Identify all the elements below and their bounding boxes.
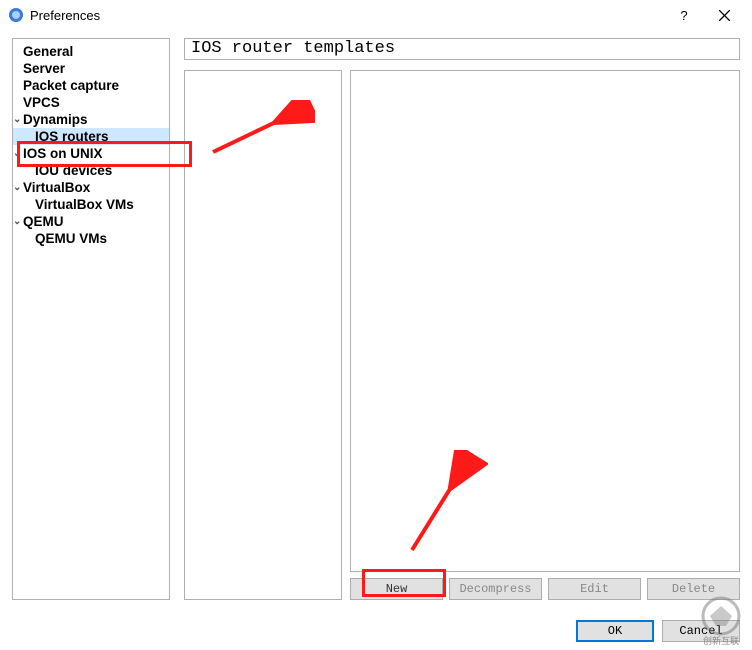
sidebar-item-virtualbox-vms[interactable]: VirtualBox VMs xyxy=(13,196,169,213)
sidebar-item-label: VirtualBox xyxy=(23,180,90,195)
sidebar-item-label: Packet capture xyxy=(23,78,119,93)
sidebar-item-server[interactable]: Server xyxy=(13,60,169,77)
sidebar-item-label: Server xyxy=(23,61,65,76)
sidebar-item-label: VirtualBox VMs xyxy=(35,197,134,212)
panels: New Decompress Edit Delete xyxy=(184,70,740,600)
dialog-footer: OK Cancel xyxy=(576,620,740,642)
chevron-down-icon: ⌄ xyxy=(13,182,23,193)
main-panel: IOS router templates New Decompress Edit… xyxy=(184,38,740,600)
template-detail-column: New Decompress Edit Delete xyxy=(350,70,740,600)
help-icon[interactable]: ? xyxy=(664,0,704,30)
sidebar-item-ios-routers[interactable]: IOS routers xyxy=(13,128,169,145)
sidebar-item-label: IOS on UNIX xyxy=(23,146,103,161)
sidebar-item-general[interactable]: General xyxy=(13,43,169,60)
sidebar-item-ios-on-unix[interactable]: ⌄IOS on UNIX xyxy=(13,145,169,162)
delete-button[interactable]: Delete xyxy=(647,578,740,600)
sidebar-item-label: Dynamips xyxy=(23,112,88,127)
sidebar-item-label: QEMU VMs xyxy=(35,231,107,246)
sidebar-item-packet-capture[interactable]: Packet capture xyxy=(13,77,169,94)
close-icon[interactable] xyxy=(704,0,744,30)
sidebar-item-label: IOS routers xyxy=(35,129,109,144)
main-title: IOS router templates xyxy=(184,38,740,60)
sidebar-item-vpcs[interactable]: VPCS xyxy=(13,94,169,111)
sidebar-item-qemu[interactable]: ⌄QEMU xyxy=(13,213,169,230)
template-button-row: New Decompress Edit Delete xyxy=(350,578,740,600)
sidebar-item-virtualbox[interactable]: ⌄VirtualBox xyxy=(13,179,169,196)
content: GeneralServerPacket captureVPCS⌄Dynamips… xyxy=(12,38,740,600)
app-icon xyxy=(8,7,24,23)
ok-button[interactable]: OK xyxy=(576,620,654,642)
titlebar: Preferences ? xyxy=(0,0,752,30)
chevron-down-icon: ⌄ xyxy=(13,216,23,227)
sidebar-item-qemu-vms[interactable]: QEMU VMs xyxy=(13,230,169,247)
template-detail xyxy=(350,70,740,572)
decompress-button[interactable]: Decompress xyxy=(449,578,542,600)
sidebar-item-label: VPCS xyxy=(23,95,60,110)
sidebar-item-label: General xyxy=(23,44,73,59)
sidebar-item-dynamips[interactable]: ⌄Dynamips xyxy=(13,111,169,128)
window-title: Preferences xyxy=(30,8,100,23)
chevron-down-icon: ⌄ xyxy=(13,148,23,159)
sidebar: GeneralServerPacket captureVPCS⌄Dynamips… xyxy=(12,38,170,600)
sidebar-item-label: IOU devices xyxy=(35,163,112,178)
sidebar-item-label: QEMU xyxy=(23,214,64,229)
chevron-down-icon: ⌄ xyxy=(13,114,23,125)
sidebar-item-iou-devices[interactable]: IOU devices xyxy=(13,162,169,179)
cancel-button[interactable]: Cancel xyxy=(662,620,740,642)
template-list[interactable] xyxy=(184,70,342,600)
edit-button[interactable]: Edit xyxy=(548,578,641,600)
new-button[interactable]: New xyxy=(350,578,443,600)
